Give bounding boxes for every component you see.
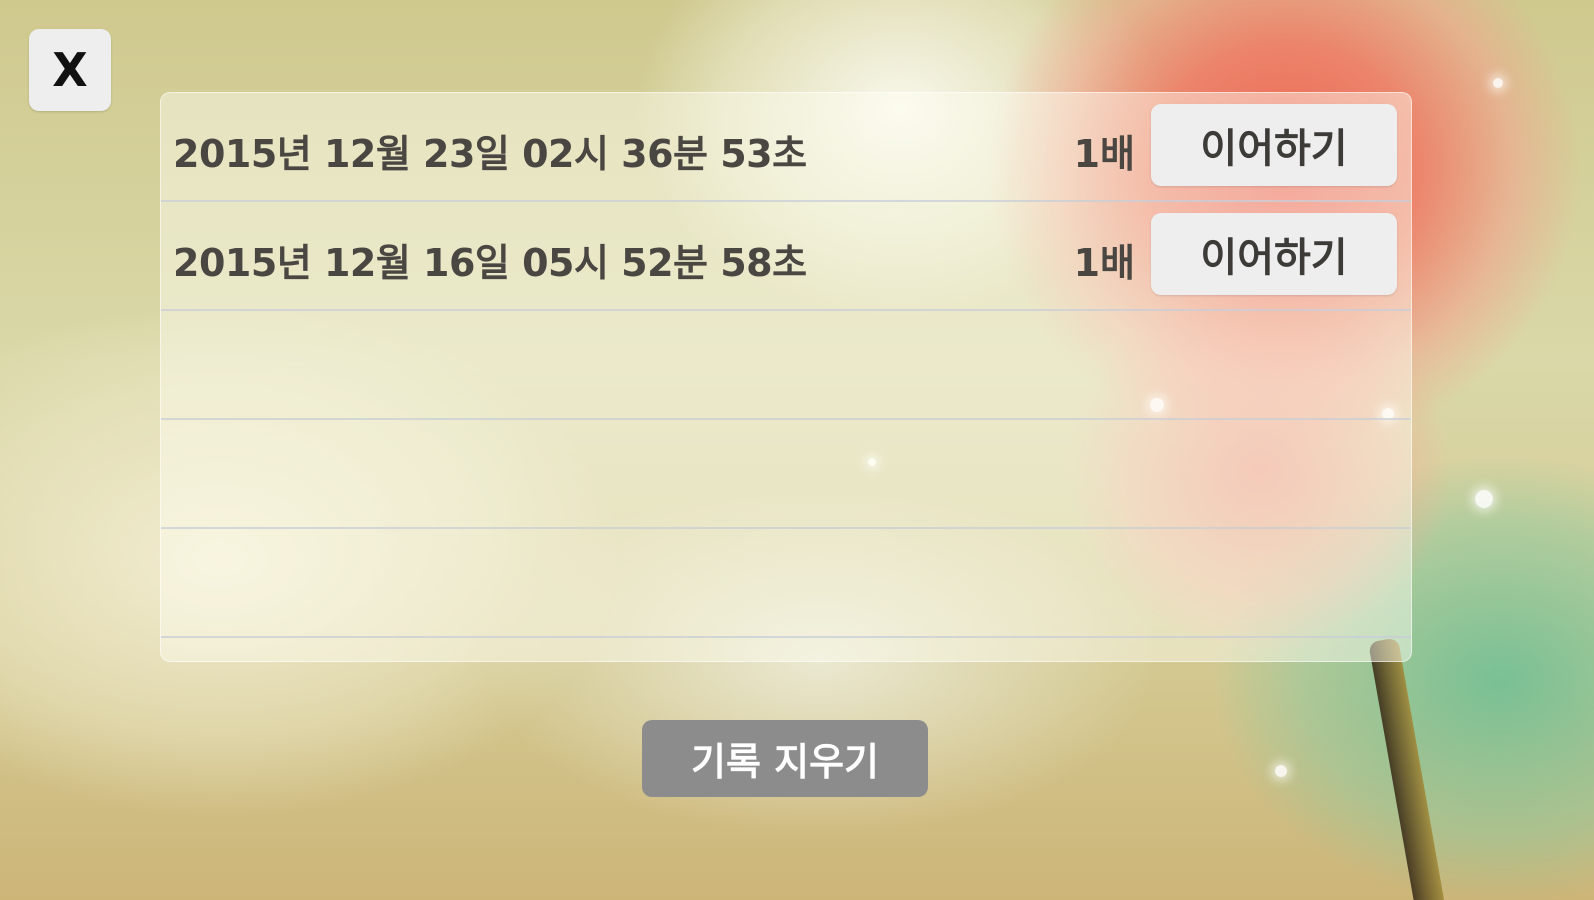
- background-sparkle: [1275, 765, 1287, 777]
- continue-button[interactable]: 이어하기: [1151, 213, 1397, 295]
- clear-history-button[interactable]: 기록 지우기: [642, 720, 928, 797]
- empty-list-item: [161, 311, 1411, 420]
- background-sparkle: [1493, 78, 1503, 88]
- close-icon: X: [52, 43, 88, 97]
- history-date: 2015년 12월 16일 05시 52분 58초: [173, 241, 807, 285]
- list-item: 2015년 12월 23일 02시 36분 53초 1배 이어하기: [161, 93, 1411, 202]
- empty-list-item: [161, 529, 1411, 638]
- background-sparkle: [1475, 490, 1493, 508]
- history-speed: 1배: [1073, 132, 1135, 176]
- close-button[interactable]: X: [29, 29, 111, 111]
- history-screen: X 2015년 12월 23일 02시 36분 53초 1배 이어하기 2015…: [0, 0, 1594, 900]
- continue-button[interactable]: 이어하기: [1151, 104, 1397, 186]
- history-list: 2015년 12월 23일 02시 36분 53초 1배 이어하기 2015년 …: [160, 92, 1412, 662]
- history-speed: 1배: [1073, 241, 1135, 285]
- background-flower-stem: [1368, 637, 1449, 900]
- history-date: 2015년 12월 23일 02시 36분 53초: [173, 132, 807, 176]
- list-item: 2015년 12월 16일 05시 52분 58초 1배 이어하기: [161, 202, 1411, 311]
- empty-list-item: [161, 420, 1411, 529]
